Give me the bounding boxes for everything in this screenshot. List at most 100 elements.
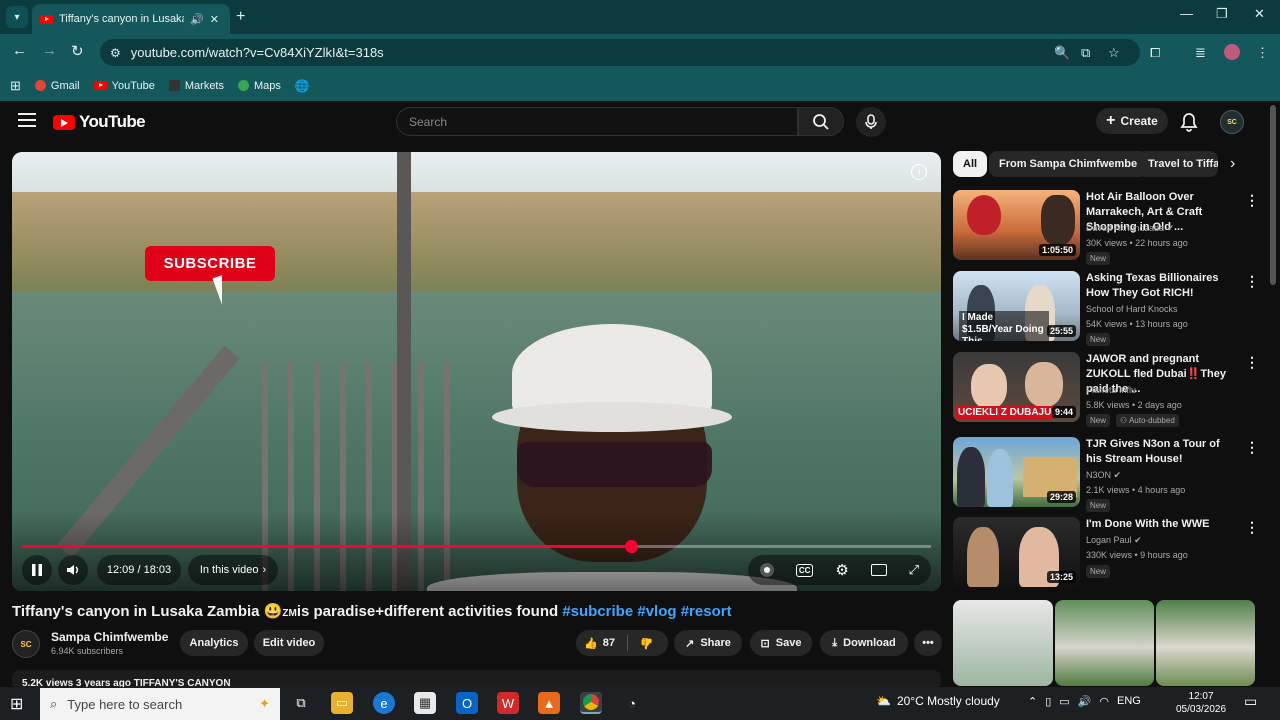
recommendation-item[interactable]: UCIEKLI Z DUBAJU 9:44 JAWOR and pregnant… bbox=[953, 352, 1259, 428]
notifications-icon[interactable]: ▭ bbox=[1244, 693, 1257, 710]
edit-video-button[interactable]: Edit video bbox=[254, 630, 324, 656]
recommendation-item[interactable]: I Made $1.5B/Year Doing This 25:55 Askin… bbox=[953, 271, 1259, 347]
bookmark-youtube[interactable]: YouTube bbox=[93, 80, 155, 92]
title-hashtags[interactable]: #subcribe #vlog #resort bbox=[562, 603, 731, 620]
channel-name[interactable]: School of Hard Knocks bbox=[1086, 304, 1178, 314]
voice-search-button[interactable] bbox=[856, 107, 886, 137]
extensions-icon[interactable]: ⧠ bbox=[1150, 45, 1160, 61]
chips-next-icon[interactable]: › bbox=[1230, 155, 1235, 173]
pause-button[interactable] bbox=[22, 555, 52, 585]
more-vert-icon[interactable]: ⋮ bbox=[1245, 273, 1259, 290]
share-button[interactable]: ↗ Share bbox=[674, 630, 742, 656]
more-actions-icon[interactable]: ••• bbox=[914, 630, 942, 656]
profile-avatar[interactable] bbox=[1224, 44, 1240, 60]
new-tab-icon[interactable]: + bbox=[236, 8, 245, 26]
hamburger-menu-icon[interactable] bbox=[18, 113, 36, 129]
progress-scrubber[interactable] bbox=[625, 540, 639, 553]
task-view-icon[interactable]: ⧉ bbox=[290, 692, 312, 714]
save-button[interactable]: ⊡ Save bbox=[750, 630, 812, 656]
channel-name[interactable]: Planeta Influ bbox=[1086, 385, 1136, 395]
network-icon[interactable]: ▯ bbox=[1045, 695, 1051, 708]
video-thumbnail[interactable]: 29:28 bbox=[953, 437, 1080, 507]
like-button[interactable]: 👍 87 bbox=[584, 637, 615, 650]
bookmark-markets[interactable]: Markets bbox=[168, 80, 224, 92]
tab-search-icon[interactable]: ▾ bbox=[6, 6, 28, 28]
edge-icon[interactable]: e bbox=[373, 692, 395, 714]
settings-gear-icon[interactable]: ⚙ bbox=[835, 561, 848, 579]
bookmark-star-icon[interactable]: ☆ bbox=[1108, 45, 1120, 61]
video-thumbnail[interactable]: UCIEKLI Z DUBAJU 9:44 bbox=[953, 352, 1080, 422]
analytics-button[interactable]: Analytics bbox=[180, 630, 248, 656]
more-vert-icon[interactable]: ⋮ bbox=[1245, 192, 1259, 209]
taskbar-clock[interactable]: 12:07 05/03/2026 bbox=[1176, 690, 1226, 716]
captions-icon[interactable]: CC bbox=[795, 563, 814, 577]
autoplay-toggle-icon[interactable] bbox=[759, 563, 774, 577]
url-text[interactable]: youtube.com/watch?v=Cv84XiYZlkI&t=318s bbox=[131, 45, 384, 60]
windows-start-icon[interactable]: ⊞ bbox=[10, 694, 23, 714]
bookmark-globe[interactable]: 🌐 bbox=[295, 79, 310, 93]
weather-widget[interactable]: ⛅ 20°C Mostly cloudy bbox=[876, 694, 1000, 708]
close-window-icon[interactable]: ✕ bbox=[1254, 6, 1265, 22]
info-icon[interactable]: i bbox=[911, 164, 927, 180]
browser-tab[interactable]: Tiffany's canyon in Lusaka Z 🔊 ✕ bbox=[32, 4, 230, 34]
zoom-icon[interactable]: 🔍 bbox=[1054, 45, 1070, 61]
channel-name[interactable]: Davud Akhundzada ✔ bbox=[1086, 223, 1174, 234]
outlook-icon[interactable]: O bbox=[456, 692, 478, 714]
video-thumbnail[interactable]: 13:25 bbox=[953, 517, 1080, 587]
recommendation-title[interactable]: I'm Done With the WWE bbox=[1086, 517, 1236, 532]
file-explorer-icon[interactable]: ▭ bbox=[331, 692, 353, 714]
short-thumbnail[interactable] bbox=[1055, 600, 1154, 686]
battery-icon[interactable]: ▭ bbox=[1059, 695, 1069, 708]
apps-grid-icon[interactable]: ⊞ bbox=[10, 78, 21, 94]
bookmark-maps[interactable]: Maps bbox=[238, 80, 281, 92]
more-vert-icon[interactable]: ⋮ bbox=[1245, 519, 1259, 536]
chip-all[interactable]: All bbox=[953, 151, 988, 177]
youtube-logo[interactable]: YouTube bbox=[53, 112, 146, 132]
reading-list-icon[interactable]: ≣ bbox=[1195, 45, 1206, 61]
channel-name[interactable]: N3ON ✔ bbox=[1086, 470, 1121, 481]
notifications-bell-icon[interactable] bbox=[1180, 112, 1198, 135]
site-info-icon[interactable]: ⚙ bbox=[110, 46, 121, 60]
bookmark-gmail[interactable]: Gmail bbox=[34, 80, 80, 92]
menu-kebab-icon[interactable]: ⋮ bbox=[1256, 45, 1269, 61]
more-vert-icon[interactable]: ⋮ bbox=[1245, 354, 1259, 371]
short-thumbnail[interactable] bbox=[1156, 600, 1255, 686]
recommendation-item[interactable]: 13:25 I'm Done With the WWE Logan Paul ✔… bbox=[953, 517, 1259, 593]
chip-travel[interactable]: Travel to Tiffa bbox=[1138, 151, 1218, 177]
wifi-icon[interactable]: ◠ bbox=[1099, 695, 1109, 708]
snipping-tool-icon[interactable]: ◔ bbox=[621, 692, 643, 714]
theater-mode-icon[interactable] bbox=[870, 564, 887, 576]
address-bar[interactable]: ⚙ youtube.com/watch?v=Cv84XiYZlkI&t=318s bbox=[100, 39, 1140, 66]
channel-name[interactable]: Logan Paul ✔ bbox=[1086, 535, 1142, 546]
language-indicator[interactable]: ENG bbox=[1117, 695, 1141, 708]
create-button[interactable]: + Create bbox=[1096, 108, 1168, 134]
page-scrollbar[interactable] bbox=[1270, 105, 1276, 285]
fullscreen-icon[interactable]: ⤢ bbox=[909, 562, 919, 578]
maximize-icon[interactable]: ❐ bbox=[1216, 6, 1228, 22]
reload-icon[interactable]: ↻ bbox=[71, 42, 84, 60]
speaker-icon[interactable]: 🔊 bbox=[190, 13, 204, 26]
minimize-icon[interactable]: — bbox=[1180, 6, 1193, 21]
search-button[interactable] bbox=[798, 107, 844, 136]
store-icon[interactable]: ▦ bbox=[414, 692, 436, 714]
in-this-video-button[interactable]: In this video › bbox=[188, 555, 278, 585]
app-icon[interactable]: ▲ bbox=[538, 692, 560, 714]
chrome-icon[interactable] bbox=[580, 692, 602, 714]
recommendation-title[interactable]: TJR Gives N3on a Tour of his Stream Hous… bbox=[1086, 437, 1236, 467]
channel-name[interactable]: Sampa Chimfwembe bbox=[51, 630, 168, 644]
recommendation-title[interactable]: Asking Texas Billionaires How They Got R… bbox=[1086, 271, 1236, 301]
video-thumbnail[interactable]: 1:05:50 bbox=[953, 190, 1080, 260]
search-input[interactable]: Search bbox=[396, 107, 798, 136]
channel-avatar[interactable]: SC bbox=[12, 630, 40, 658]
download-button[interactable]: ⤓ Download bbox=[820, 630, 908, 656]
account-avatar[interactable]: SC bbox=[1220, 110, 1244, 134]
recommendation-item[interactable]: 29:28 TJR Gives N3on a Tour of his Strea… bbox=[953, 437, 1259, 513]
recommendation-item[interactable]: 1:05:50 Hot Air Balloon Over Marrakech, … bbox=[953, 190, 1259, 266]
more-vert-icon[interactable]: ⋮ bbox=[1245, 439, 1259, 456]
close-tab-icon[interactable]: ✕ bbox=[210, 13, 219, 26]
volume-button[interactable] bbox=[58, 555, 88, 585]
video-thumbnail[interactable]: I Made $1.5B/Year Doing This 25:55 bbox=[953, 271, 1080, 341]
volume-icon[interactable]: 🔊 bbox=[1078, 695, 1092, 708]
wps-icon[interactable]: W bbox=[497, 692, 519, 714]
short-thumbnail[interactable] bbox=[953, 600, 1053, 686]
